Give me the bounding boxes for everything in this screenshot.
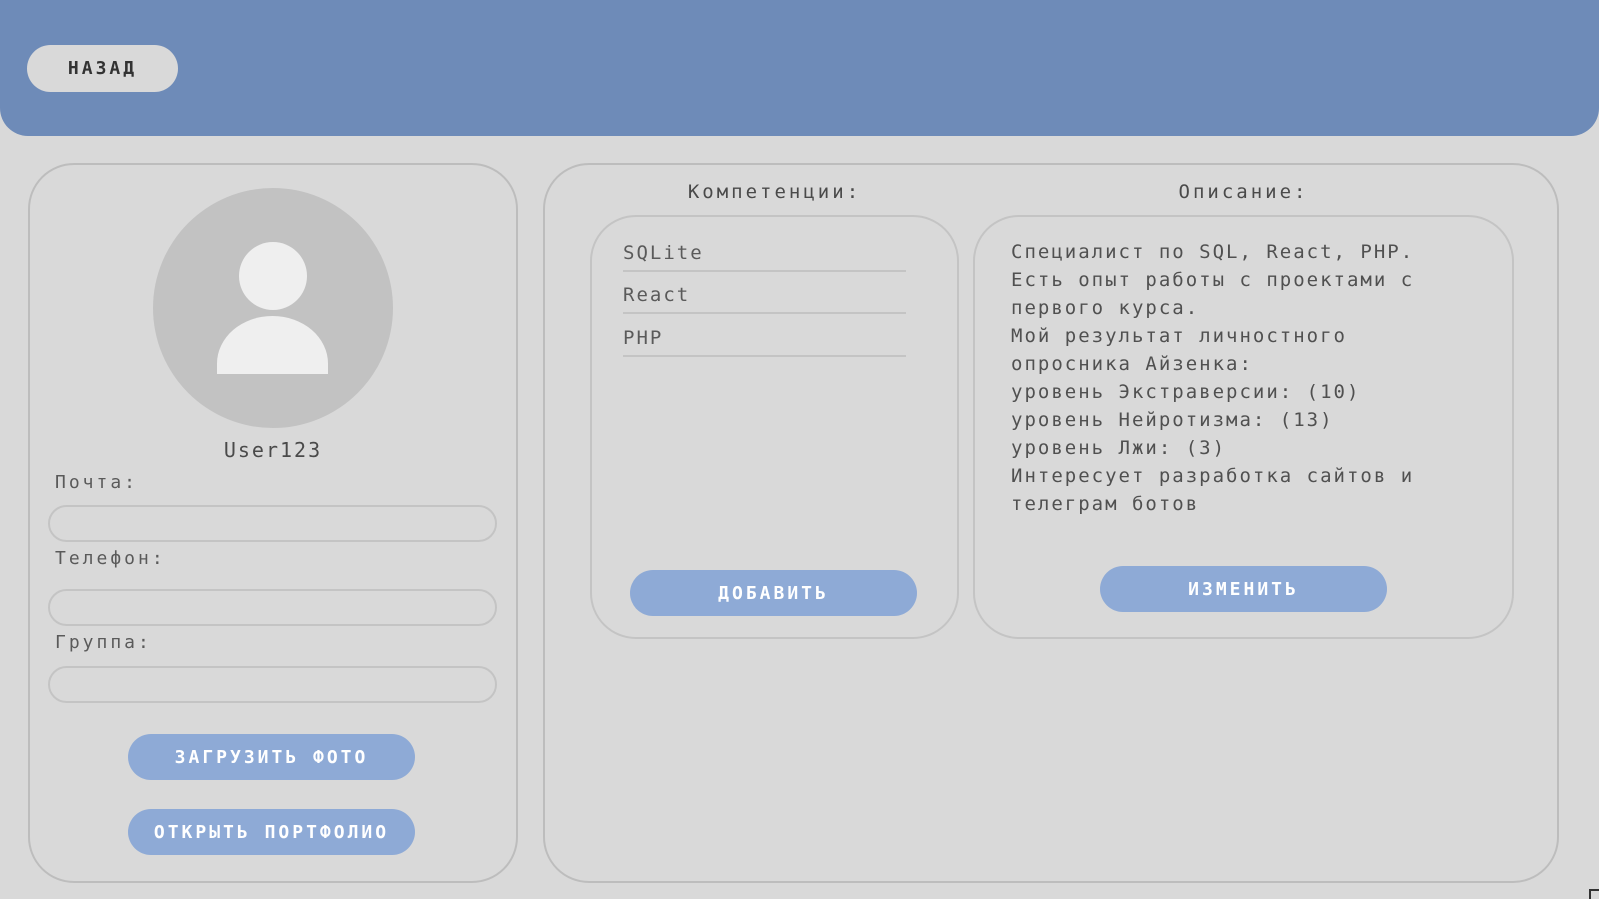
- add-competency-button[interactable]: ДОБАВИТЬ: [630, 570, 917, 616]
- list-item: PHP: [623, 323, 906, 357]
- description-line: уровень Лжи: (3): [1011, 437, 1227, 459]
- email-label: Почта:: [55, 472, 139, 493]
- avatar-icon: [153, 188, 393, 428]
- phone-field[interactable]: [48, 589, 497, 626]
- resize-handle-icon[interactable]: [1589, 889, 1599, 899]
- list-item: SQLite: [623, 238, 906, 272]
- list-item: React: [623, 280, 906, 314]
- avatar-body: [217, 316, 328, 374]
- avatar-head: [239, 242, 307, 310]
- description-line: телеграм ботов: [1011, 493, 1200, 515]
- phone-label: Телефон:: [55, 548, 166, 569]
- open-portfolio-button[interactable]: ОТКРЫТЬ ПОРТФОЛИО: [128, 809, 415, 855]
- group-label: Группа:: [55, 632, 152, 653]
- competencies-title: Компетенции:: [687, 181, 862, 203]
- edit-description-button[interactable]: ИЗМЕНИТЬ: [1100, 566, 1387, 612]
- description-line: Мой результат личностного: [1011, 325, 1347, 347]
- email-field[interactable]: [48, 505, 497, 542]
- description-line: Интересует разработка сайтов и: [1011, 465, 1415, 487]
- description-line: опросника Айзенка:: [1011, 353, 1253, 375]
- description-line: уровень Экстраверсии: (10): [1011, 381, 1361, 403]
- description-line: Есть опыт работы с проектами с: [1011, 269, 1415, 291]
- back-button[interactable]: НАЗАД: [27, 45, 178, 92]
- header-bar: НАЗАД: [0, 0, 1599, 136]
- description-line: уровень Нейротизма: (13): [1011, 409, 1334, 431]
- description-line: Специалист по SQL, React, PHP.: [1011, 241, 1415, 263]
- description-line: первого курса.: [1011, 297, 1200, 319]
- username: User123: [223, 438, 323, 462]
- upload-photo-button[interactable]: ЗАГРУЗИТЬ ФОТО: [128, 734, 415, 780]
- group-field[interactable]: [48, 666, 497, 703]
- description-title: Описание:: [1178, 181, 1309, 203]
